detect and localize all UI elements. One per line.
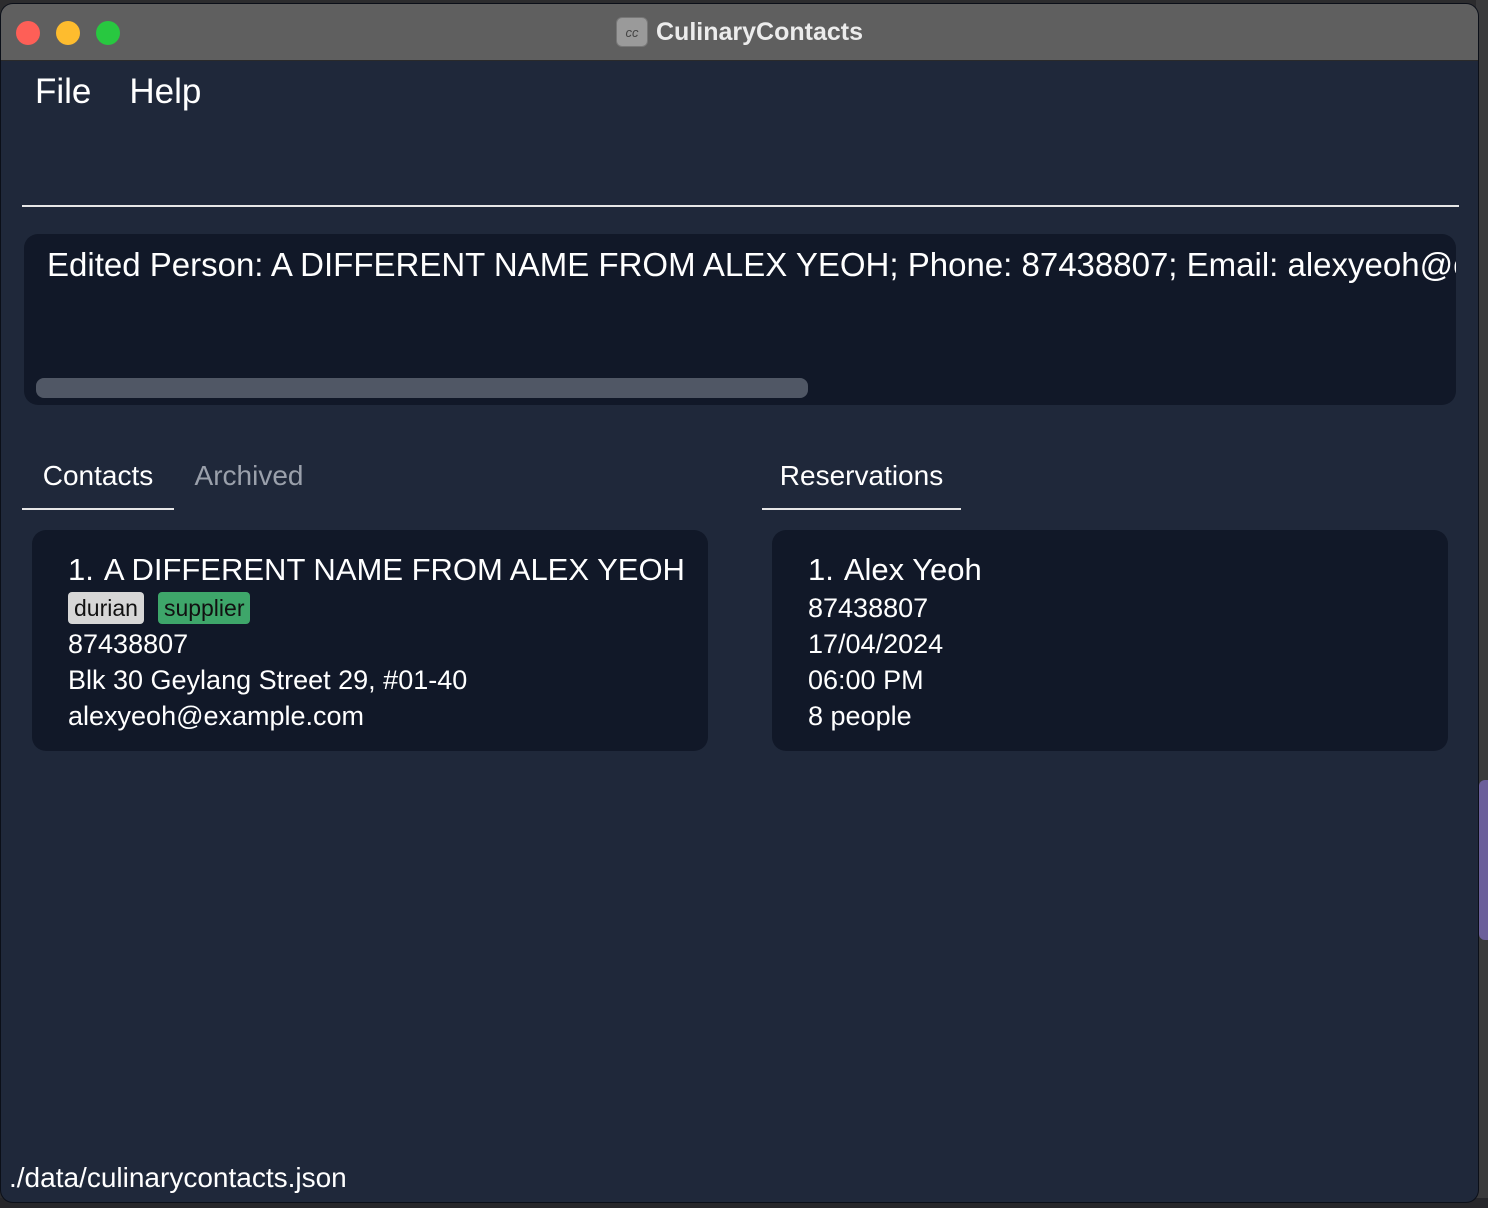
reservation-name: Alex Yeoh — [843, 552, 982, 587]
reservation-pax: 8 people — [808, 701, 912, 731]
tab-contacts[interactable]: Contacts — [22, 444, 174, 510]
tag-durian: durian — [68, 592, 144, 624]
tag-supplier: supplier — [157, 592, 251, 624]
menu-help[interactable]: Help — [129, 72, 201, 112]
contact-card-content: 1. A DIFFERENT NAME FROM ALEX YEOH durian… — [68, 550, 685, 734]
reservation-time: 06:00 PM — [808, 665, 924, 695]
tab-reservations[interactable]: Reservations — [762, 444, 961, 510]
command-input[interactable] — [22, 205, 1459, 207]
contact-card[interactable]: 1. A DIFFERENT NAME FROM ALEX YEOH durian… — [32, 530, 708, 751]
app-window: cc CulinaryContacts File Help Edited Per… — [1, 4, 1478, 1202]
window-title-group: cc CulinaryContacts — [1, 4, 1478, 60]
contact-title: 1. A DIFFERENT NAME FROM ALEX YEOH — [68, 550, 685, 590]
reservation-date: 17/04/2024 — [808, 629, 944, 659]
reservation-card-content: 1. Alex Yeoh 87438807 17/04/2024 06:00 PM… — [808, 550, 982, 734]
menu-file[interactable]: File — [35, 72, 91, 112]
title-bar[interactable]: cc CulinaryContacts — [1, 4, 1478, 61]
contact-email: alexyeoh@example.com — [68, 701, 365, 731]
reservation-phone: 87438807 — [808, 593, 929, 623]
culinary-app-icon: cc — [616, 17, 648, 47]
status-bar-file-path: ./data/culinarycontacts.json — [9, 1162, 347, 1193]
reservation-title: 1. Alex Yeoh — [808, 550, 982, 590]
result-horizontal-scrollbar[interactable] — [36, 378, 808, 398]
result-message: Edited Person: A DIFFERENT NAME FROM ALE… — [47, 246, 1456, 283]
contact-address: Blk 30 Geylang Street 29, #01-40 — [68, 665, 468, 695]
contact-name: A DIFFERENT NAME FROM ALEX YEOH — [103, 552, 685, 587]
tab-archived[interactable]: Archived — [176, 444, 322, 508]
contact-index: 1. — [68, 552, 94, 587]
reservation-card[interactable]: 1. Alex Yeoh 87438807 17/04/2024 06:00 PM… — [772, 530, 1448, 751]
contact-phone: 87438807 — [68, 629, 189, 659]
result-display: Edited Person: A DIFFERENT NAME FROM ALE… — [24, 234, 1456, 405]
contact-tags: durian supplier — [68, 592, 685, 624]
desktop-wallpaper-accent — [1479, 780, 1488, 940]
menu-bar: File Help — [35, 72, 201, 112]
window-title: CulinaryContacts — [656, 17, 863, 46]
reservation-index: 1. — [808, 552, 834, 587]
